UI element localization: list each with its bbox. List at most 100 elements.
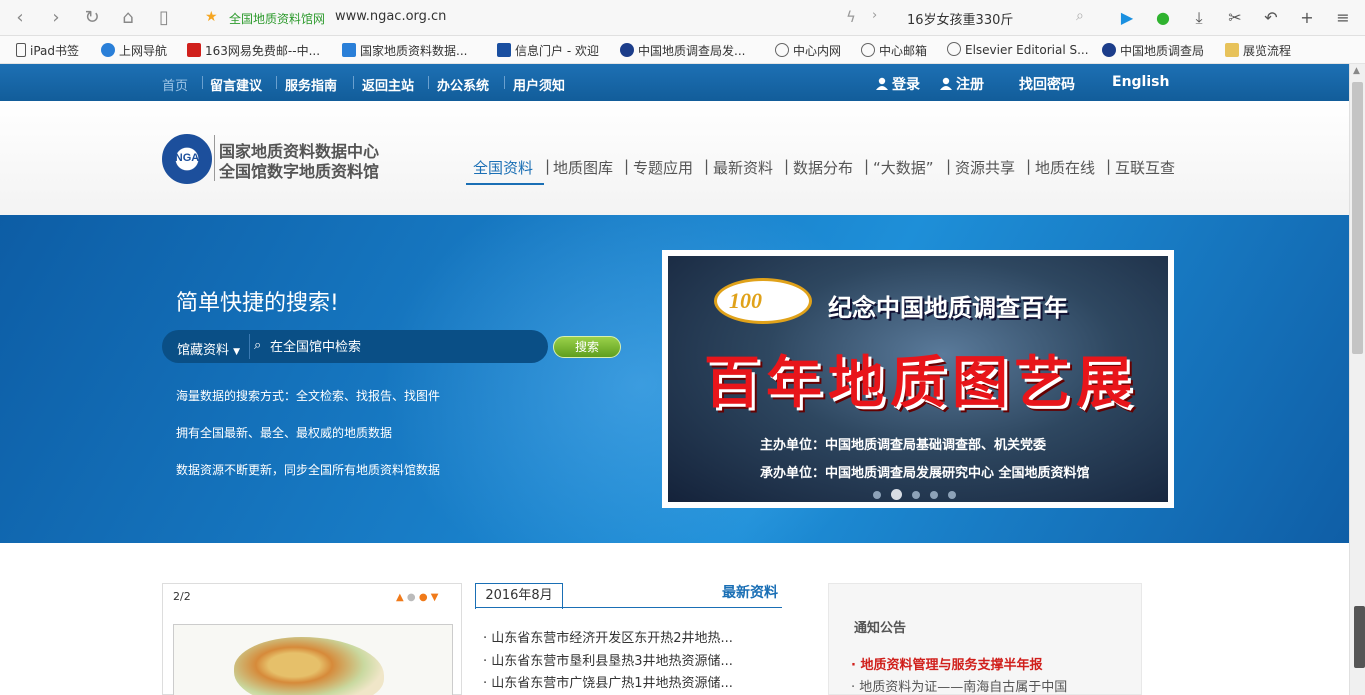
topnav-user-notice[interactable]: 用户须知 [513,75,565,94]
carousel-dot[interactable] [948,491,956,499]
topnav-separator [276,76,277,89]
arrow-up-icon[interactable]: ▲ [396,592,404,603]
feature-text: 海量数据的搜索方式：全文检索、找报告、找图件 [176,389,441,403]
bookmark-item[interactable]: 中心内网 [775,42,841,58]
wechat-icon[interactable]: ● [1152,7,1174,29]
bookmark-item[interactable]: 中心邮箱 [861,42,927,58]
carousel-dot[interactable] [912,491,920,499]
banner-slide[interactable]: 100 纪念中国地质调查百年 百年地质图艺展 主办单位：中国地质调查局基础调查部… [668,256,1168,502]
latest-data-title[interactable]: 最新资料 [722,582,778,602]
chevron-right-icon[interactable]: › [872,8,877,23]
hero-title: 简单快捷的搜索! [176,291,339,316]
feature-text: 数据资源不断更新，同步全国所有地质资料馆数据 [176,463,441,477]
mail-163-icon [187,43,201,57]
geologic-map-thumbnail[interactable] [173,624,453,695]
caret-down-icon: ▼ [233,347,241,357]
carousel-dot[interactable] [873,491,881,499]
back-icon[interactable]: ‹ [8,6,32,30]
forward-icon[interactable]: › [44,6,68,30]
ie-icon [101,43,115,57]
dot-active-icon[interactable]: ● [419,592,428,603]
topnav-feedback[interactable]: 留言建议 [210,75,262,94]
feature-text: 拥有全国最新、最全、最权威的地质数据 [176,426,393,440]
cgs-logo-icon [620,43,634,57]
scroll-up-icon[interactable]: ▲ [1353,66,1360,76]
bookmark-item[interactable]: iPad书签 [16,42,79,58]
lightning-icon[interactable]: ϟ [846,8,856,26]
mainnav-data-distribution[interactable]: 数据分布 [793,157,853,178]
mainnav-national-data[interactable]: 全国资料 [473,157,533,178]
mainnav-latest-data[interactable]: 最新资料 [713,157,773,178]
nga-logo[interactable]: NGA [162,134,212,184]
bookmark-item[interactable]: 国家地质资料数据... [342,42,467,58]
carousel-dot[interactable] [930,491,938,499]
undo-icon[interactable]: ↶ [1260,7,1282,29]
page-scrollbar[interactable]: ▲ [1349,64,1365,695]
active-tab-indicator [466,183,544,185]
mainnav-resource-sharing[interactable]: 资源共享 [955,157,1015,178]
bookmark-item[interactable]: 中国地质调查局 [1102,42,1204,58]
search-input[interactable] [254,336,534,358]
list-item[interactable]: · 山东省东营市垦利县垦热3井地热资源储... [483,650,733,669]
new-tab-plus-icon[interactable]: + [1296,7,1318,29]
browser-search-input[interactable]: 16岁女孩重330斤 [907,9,1013,28]
mainnav-geo-online[interactable]: 地质在线 [1035,157,1095,178]
carousel-dot-active[interactable] [891,489,902,500]
gallery-page-indicator: 2/2 [173,590,191,603]
bookmark-item[interactable]: 中国地质调查局发... [620,42,745,58]
search-icon[interactable]: ⌕ [1076,8,1084,24]
mainnav-special-apps[interactable]: 专题应用 [633,157,693,178]
mainnav-separator: | [864,157,870,175]
add-user-icon [940,77,952,90]
floating-side-widget[interactable] [1354,606,1365,668]
bookmark-item[interactable]: Elsevier Editorial S... [947,42,1089,58]
topnav-separator [202,76,203,89]
site-name-line2: 全国馆数字地质资料馆 [219,162,380,181]
bookmark-item[interactable]: 上网导航 [101,42,167,58]
scissors-icon[interactable]: ✂ [1224,7,1246,29]
banner-carousel[interactable]: 100 纪念中国地质调查百年 百年地质图艺展 主办单位：中国地质调查局基础调查部… [662,250,1174,508]
topnav-service-guide[interactable]: 服务指南 [285,75,337,94]
portal-icon [497,43,511,57]
address-page-title[interactable]: 全国地质资料馆网 [229,10,325,27]
mainnav-interconnect[interactable]: 互联互查 [1115,157,1175,178]
bookmarks-bar: iPad书签 上网导航 163网易免费邮--中... 国家地质资料数据... 信… [0,36,1365,64]
video-play-icon[interactable]: ▶ [1116,7,1138,29]
list-item[interactable]: · 山东省东营市经济开发区东开热2井地热... [483,627,733,646]
reload-icon[interactable]: ↻ [80,6,104,30]
bookmark-star-icon[interactable]: ★ [205,9,218,25]
gallery-controls: ▲ ● ● ▼ [396,592,438,603]
scroll-thumb[interactable] [1352,82,1363,354]
site-top-nav: 首页 留言建议 服务指南 返回主站 办公系统 用户须知 登录 注册 找回密码 E… [0,64,1349,101]
dot-icon[interactable]: ● [407,592,416,603]
download-icon[interactable]: ⤓ [1188,7,1210,29]
register-link[interactable]: 注册 [940,74,984,94]
recover-password-link[interactable]: 找回密码 [1019,74,1075,94]
arrow-down-icon[interactable]: ▼ [431,592,439,603]
topnav-home[interactable]: 首页 [162,75,188,94]
search-button[interactable]: 搜索 [553,336,621,358]
login-link[interactable]: 登录 [876,74,920,94]
topnav-separator [353,76,354,89]
notice-item[interactable]: · 地质资料为证——南海自古属于中国 [851,676,1067,695]
list-item[interactable]: · 山东省东营市广饶县广热1井地热资源储... [483,672,733,691]
english-link[interactable]: English [1112,74,1169,90]
home-icon[interactable]: ⌂ [116,6,140,30]
date-tab[interactable]: 2016年8月 [475,583,563,609]
bookmark-item[interactable]: 信息门户 - 欢迎 [497,42,599,58]
search-category-select[interactable]: 馆藏资料 ▼ [177,339,240,358]
notice-item[interactable]: · 地质资料管理与服务支撑半年报 [851,654,1042,673]
menu-icon[interactable]: ≡ [1332,7,1354,29]
mainnav-big-data[interactable]: “大数据” [873,157,934,178]
bookmark-folder[interactable]: 展览流程 [1225,42,1291,58]
mainnav-separator: | [1026,157,1032,175]
notice-title: 通知公告 [854,621,907,636]
topnav-main-site[interactable]: 返回主站 [362,75,414,94]
bookmark-item[interactable]: 163网易免费邮--中... [187,42,320,58]
address-url[interactable]: www.ngac.org.cn [335,9,446,24]
folder-icon [1225,43,1239,57]
mainnav-geo-maps[interactable]: 地质图库 [553,157,613,178]
map-gallery-panel: 2/2 ▲ ● ● ▼ [162,583,462,695]
topnav-office-system[interactable]: 办公系统 [437,75,489,94]
reader-icon[interactable]: ▯ [152,6,176,30]
